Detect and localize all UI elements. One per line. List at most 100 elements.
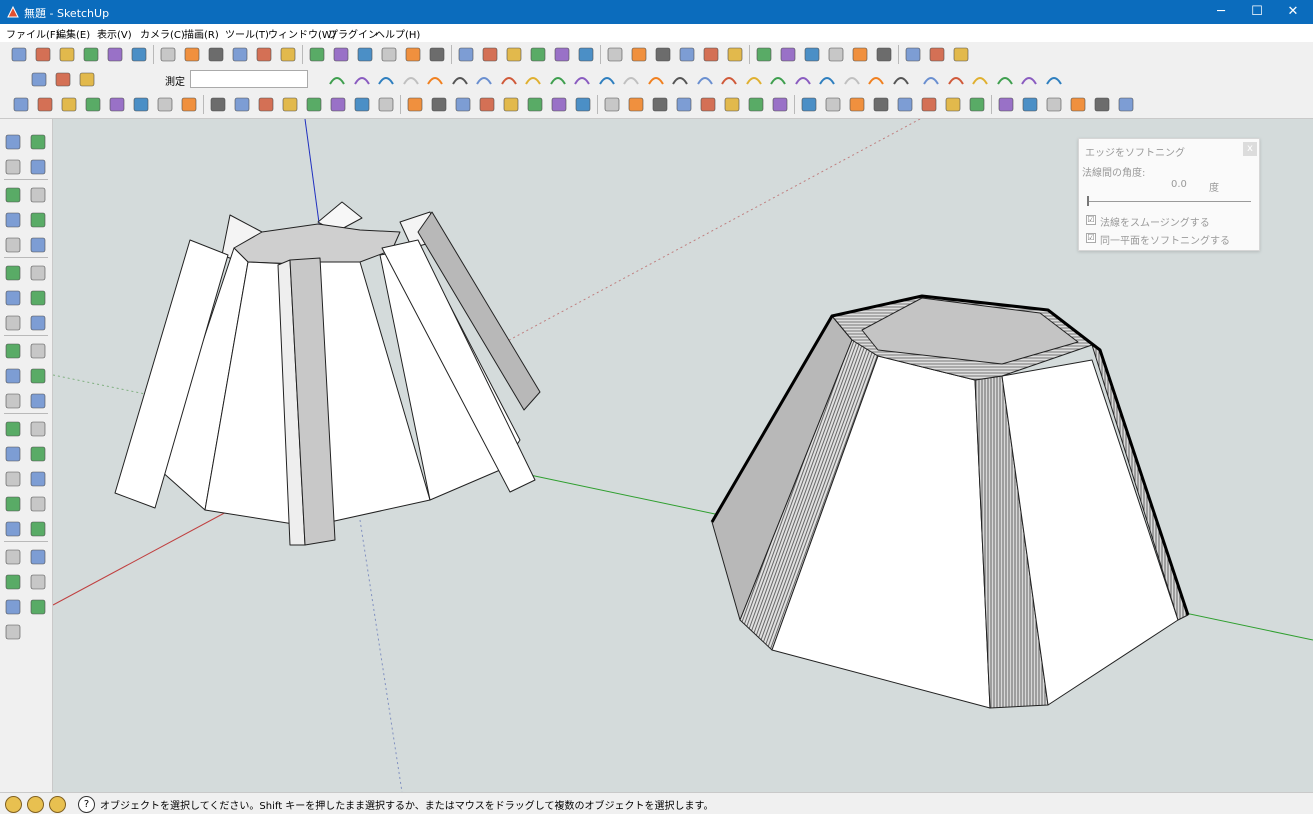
save-icon[interactable] [56, 44, 78, 65]
box-1-icon[interactable] [994, 69, 1016, 90]
curve-5-icon[interactable] [424, 69, 446, 90]
arc-icon[interactable] [596, 69, 618, 90]
flip-vertical-icon[interactable] [724, 44, 746, 65]
frame-icon[interactable] [1019, 94, 1041, 115]
sandbox-7-icon[interactable] [3, 622, 23, 642]
freehand-icon[interactable] [28, 235, 48, 255]
zigzag-icon[interactable] [743, 69, 765, 90]
torus-icon[interactable] [649, 94, 671, 115]
iso-view-icon[interactable] [277, 44, 299, 65]
mirror-icon[interactable] [652, 44, 674, 65]
panel-close-button[interactable]: x [1243, 142, 1257, 156]
sandbox-2-icon[interactable] [28, 547, 48, 567]
zoom-icon[interactable] [3, 444, 23, 464]
angle-slider-track[interactable] [1087, 201, 1251, 202]
circle-icon[interactable] [3, 210, 23, 230]
sector-icon[interactable] [945, 69, 967, 90]
zoom-window-icon[interactable] [28, 444, 48, 464]
walk-icon[interactable] [3, 519, 23, 539]
pan-icon[interactable] [28, 419, 48, 439]
ellipse-icon[interactable] [375, 94, 397, 115]
look-around-icon[interactable] [28, 494, 48, 514]
flip-icon[interactable] [676, 44, 698, 65]
stairs-icon[interactable] [628, 44, 650, 65]
line-icon[interactable] [255, 94, 277, 115]
measurements-input[interactable] [190, 70, 308, 88]
rect-icon[interactable] [669, 69, 691, 90]
sync-icon[interactable] [279, 94, 301, 115]
shaded-texture-icon[interactable] [527, 44, 549, 65]
diamond-icon[interactable] [1043, 94, 1065, 115]
follow-me-icon[interactable] [28, 288, 48, 308]
curve-2-icon[interactable] [351, 69, 373, 90]
polygon-icon[interactable] [865, 69, 887, 90]
close-button[interactable]: ✕ [1270, 0, 1313, 24]
menu-window[interactable]: ウィンドウ(W) [268, 26, 336, 41]
sandbox-4-icon[interactable] [28, 572, 48, 592]
pyramid-icon[interactable] [1067, 94, 1089, 115]
sandbox-1-icon[interactable] [3, 547, 23, 567]
plugin-icon[interactable] [82, 94, 104, 115]
panel-2-icon[interactable] [966, 94, 988, 115]
cone-icon[interactable] [572, 94, 594, 115]
front-view-icon[interactable] [330, 44, 352, 65]
angle-slider-knob[interactable] [1087, 196, 1089, 206]
align-center-icon[interactable] [745, 94, 767, 115]
offset-icon[interactable] [28, 313, 48, 333]
rotate-ccw-icon[interactable] [825, 44, 847, 65]
menu-tools[interactable]: ツール(T) [225, 26, 269, 41]
cylinder-flat-icon[interactable] [524, 94, 546, 115]
menu-file[interactable]: ファイル(F) [6, 26, 60, 41]
pencil-icon[interactable] [28, 185, 48, 205]
geo-location-icon[interactable] [5, 796, 22, 813]
model-info-icon[interactable] [253, 44, 275, 65]
camera-icon[interactable] [130, 94, 152, 115]
tape-measure-icon[interactable] [3, 341, 23, 361]
dimension-icon[interactable] [28, 341, 48, 361]
polyline-icon[interactable] [571, 69, 593, 90]
wireframe-icon[interactable] [455, 44, 477, 65]
print-icon[interactable] [229, 44, 251, 65]
spiral-icon[interactable] [694, 69, 716, 90]
zoom-extents-icon[interactable] [3, 469, 23, 489]
previous-view-icon[interactable] [28, 469, 48, 489]
scale-icon[interactable] [777, 44, 799, 65]
select-icon[interactable] [3, 132, 23, 152]
refresh-icon[interactable] [231, 94, 253, 115]
polygon-icon[interactable] [3, 235, 23, 255]
back-view-icon[interactable] [378, 44, 400, 65]
arrange2-icon[interactable] [894, 94, 916, 115]
rotate-cw-icon[interactable] [849, 44, 871, 65]
right-model[interactable] [710, 294, 1190, 709]
hook-icon[interactable] [767, 69, 789, 90]
help-icon[interactable]: ? [78, 796, 95, 813]
arc-icon[interactable] [28, 210, 48, 230]
user-icon[interactable] [49, 796, 66, 813]
orbit-icon[interactable] [3, 419, 23, 439]
twist-icon[interactable] [428, 94, 450, 115]
arc3-icon[interactable] [718, 69, 740, 90]
box-2-icon[interactable] [1018, 69, 1040, 90]
credits-icon[interactable] [27, 796, 44, 813]
shaded-icon[interactable] [503, 44, 525, 65]
section-plane-icon[interactable] [28, 69, 50, 90]
smooth-normals-checkbox[interactable]: ☑ [1086, 215, 1096, 225]
erase-icon[interactable] [157, 44, 179, 65]
redo-icon[interactable] [205, 44, 227, 65]
paint-bucket-icon[interactable] [3, 157, 23, 177]
circle-icon[interactable] [920, 69, 942, 90]
tube-icon[interactable] [601, 94, 623, 115]
position-camera-icon[interactable] [3, 494, 23, 514]
tee-icon[interactable] [846, 94, 868, 115]
monochrome-icon[interactable] [551, 44, 573, 65]
pencil-icon[interactable] [303, 94, 325, 115]
sandbox-3-icon[interactable] [3, 572, 23, 592]
arc2-icon[interactable] [645, 69, 667, 90]
cut-icon[interactable] [80, 44, 102, 65]
axes-icon[interactable] [3, 391, 23, 411]
undo-icon[interactable] [181, 44, 203, 65]
polyline2-icon[interactable] [841, 69, 863, 90]
curve-8-icon[interactable] [498, 69, 520, 90]
pointer-icon[interactable] [604, 44, 626, 65]
sandbox-5-icon[interactable] [3, 597, 23, 617]
